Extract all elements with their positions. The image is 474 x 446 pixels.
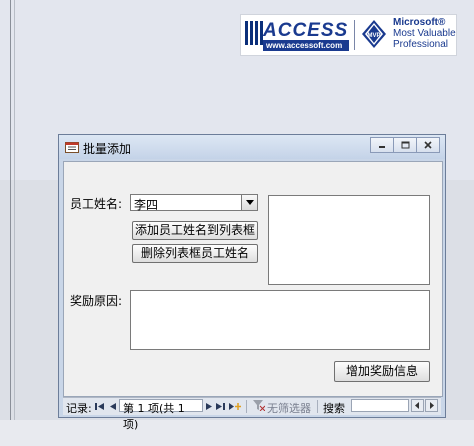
new-record-button[interactable] bbox=[229, 401, 241, 414]
window-controls bbox=[370, 137, 440, 153]
minimize-button[interactable] bbox=[370, 137, 394, 153]
last-record-button[interactable] bbox=[216, 401, 225, 414]
employee-listbox[interactable] bbox=[268, 195, 430, 285]
next-record-icon bbox=[206, 403, 212, 410]
workspace-divider-inner bbox=[14, 0, 15, 446]
add-reward-info-button[interactable]: 增加奖励信息 bbox=[334, 361, 430, 382]
no-filter-label[interactable]: 无筛选器 bbox=[267, 400, 311, 416]
mvp-badge-text: MVP bbox=[367, 33, 380, 39]
record-label: 记录: bbox=[66, 402, 92, 415]
prev-record-button[interactable] bbox=[109, 401, 116, 414]
next-record-button[interactable] bbox=[206, 401, 213, 414]
nav-separator-2 bbox=[317, 400, 318, 413]
mvp-line-3: Professional bbox=[393, 39, 449, 50]
mvp-line-1: Microsoft® bbox=[393, 17, 446, 28]
access-logo: ACCESS www.accessoft.com bbox=[245, 19, 350, 51]
dialog-title: 批量添加 bbox=[83, 142, 132, 156]
add-to-list-button[interactable]: 添加员工姓名到列表框 bbox=[132, 221, 258, 240]
dropdown-arrow-button[interactable] bbox=[241, 195, 257, 210]
access-logo-word: ACCESS bbox=[263, 20, 349, 41]
last-record-icon bbox=[216, 403, 225, 410]
restore-button[interactable] bbox=[393, 137, 417, 153]
workspace-bottom-band bbox=[0, 420, 474, 446]
scroll-left-icon bbox=[415, 402, 419, 409]
sponsor-banner: ACCESS www.accessoft.com MVP Microsoft® … bbox=[240, 14, 457, 56]
access-logo-icon bbox=[245, 21, 263, 45]
minimize-icon bbox=[379, 146, 385, 148]
delete-from-list-button[interactable]: 删除列表框员工姓名 bbox=[132, 244, 258, 263]
new-record-icon bbox=[229, 403, 241, 410]
search-input[interactable] bbox=[351, 399, 409, 412]
reward-reason-label: 奖励原因: bbox=[70, 294, 123, 308]
scroll-right-button[interactable] bbox=[425, 399, 438, 412]
nav-separator bbox=[246, 400, 247, 413]
banner-divider bbox=[354, 20, 355, 50]
employee-name-combo[interactable]: 李四 bbox=[130, 194, 258, 212]
dialog-titlebar[interactable]: 批量添加 bbox=[59, 135, 445, 159]
workspace-divider bbox=[10, 0, 11, 446]
mvp-line-2: Most Valuable bbox=[393, 28, 456, 39]
batch-add-dialog: 批量添加 员工姓名: 李四 添加员工姓名到列表框 删除列表框员工姓名 奖励原因:… bbox=[58, 134, 446, 431]
access-logo-url: www.accessoft.com bbox=[263, 40, 349, 51]
close-icon bbox=[424, 141, 432, 149]
scroll-left-button[interactable] bbox=[411, 399, 424, 412]
first-record-icon bbox=[95, 403, 104, 410]
record-navigation-bar: 记录: 第 1 项(共 1 项) 无筛选器 搜索 bbox=[63, 397, 441, 431]
mvp-title: Microsoft® Most Valuable Professional bbox=[393, 17, 456, 50]
filter-icon[interactable] bbox=[253, 400, 266, 414]
chevron-down-icon bbox=[245, 200, 254, 205]
close-button[interactable] bbox=[416, 137, 440, 153]
scroll-right-icon bbox=[430, 402, 434, 409]
reward-reason-input[interactable] bbox=[130, 290, 430, 350]
restore-icon bbox=[401, 141, 409, 149]
employee-name-label: 员工姓名: bbox=[70, 197, 123, 211]
form-icon bbox=[65, 142, 79, 153]
search-label: 搜索 bbox=[323, 402, 345, 415]
employee-name-value: 李四 bbox=[134, 198, 159, 212]
mvp-badge-icon: MVP bbox=[361, 19, 387, 49]
prev-record-icon bbox=[110, 403, 116, 410]
first-record-button[interactable] bbox=[95, 401, 104, 414]
record-position-box[interactable]: 第 1 项(共 1 项) bbox=[119, 399, 203, 431]
form-body: 员工姓名: 李四 添加员工姓名到列表框 删除列表框员工姓名 奖励原因: 增加奖励… bbox=[63, 161, 443, 397]
